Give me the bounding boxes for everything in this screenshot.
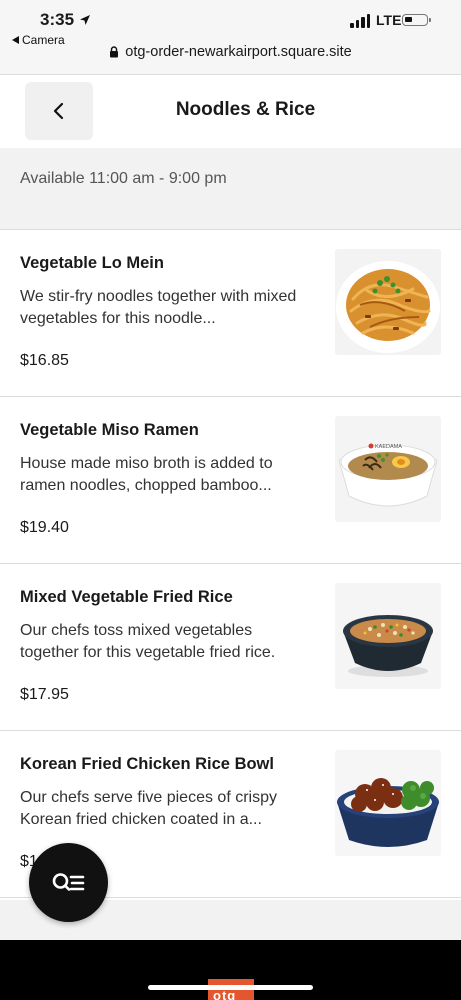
item-description: Our chefs serve five pieces of crispy Ko… — [20, 789, 277, 828]
lo-mein-image — [335, 249, 441, 355]
url-bar[interactable]: otg-order-newarkairport.square.site — [0, 44, 461, 60]
fried-rice-image — [335, 583, 441, 689]
clock: 3:35 — [40, 10, 91, 30]
availability-banner: Available 11:00 am - 9:00 pm — [0, 148, 461, 230]
back-triangle-icon — [12, 36, 19, 44]
item-price: $17.95 — [20, 686, 69, 703]
menu-item-vegetable-miso-ramen[interactable]: Vegetable Miso Ramen House made miso bro… — [0, 397, 461, 564]
lock-icon — [110, 46, 119, 58]
menu-item-vegetable-lo-mein[interactable]: Vegetable Lo Mein We stir-fry noodles to… — [0, 230, 461, 397]
location-arrow-icon — [80, 15, 91, 25]
menu-item-mixed-vegetable-fried-rice[interactable]: Mixed Vegetable Fried Rice Our chefs tos… — [0, 564, 461, 731]
item-description: We stir-fry noodles together with mixed … — [20, 288, 297, 327]
url-text: otg-order-newarkairport.square.site — [125, 44, 352, 60]
search-menu-icon — [52, 872, 84, 891]
network-type: LTE — [376, 12, 402, 28]
miso-ramen-image: KAEDAMA — [335, 416, 441, 522]
page-title: Noodles & Rice — [175, 99, 316, 120]
item-price: $19.40 — [20, 519, 69, 536]
item-name: Vegetable Lo Mein — [20, 254, 164, 272]
item-price: $16.85 — [20, 352, 69, 369]
status-bar: 3:35 Camera LTE otg-order-newarkairport.… — [0, 0, 461, 75]
battery-icon — [402, 14, 431, 26]
bowl-brand-text: KAEDAMA — [375, 444, 402, 450]
item-name: Vegetable Miso Ramen — [20, 421, 199, 439]
page-header: Noodles & Rice — [0, 75, 461, 148]
item-name: Korean Fried Chicken Rice Bowl — [20, 755, 274, 773]
home-indicator[interactable] — [148, 985, 313, 990]
clock-time: 3:35 — [40, 10, 75, 29]
signal-icon — [350, 14, 370, 28]
search-menu-button[interactable] — [29, 843, 108, 922]
item-name: Mixed Vegetable Fried Rice — [20, 588, 233, 606]
availability-text: Available 11:00 am - 9:00 pm — [20, 170, 227, 187]
korean-chicken-image — [335, 750, 441, 856]
item-description: Our chefs toss mixed vegetables together… — [20, 622, 276, 661]
item-description: House made miso broth is added to ramen … — [20, 455, 273, 494]
